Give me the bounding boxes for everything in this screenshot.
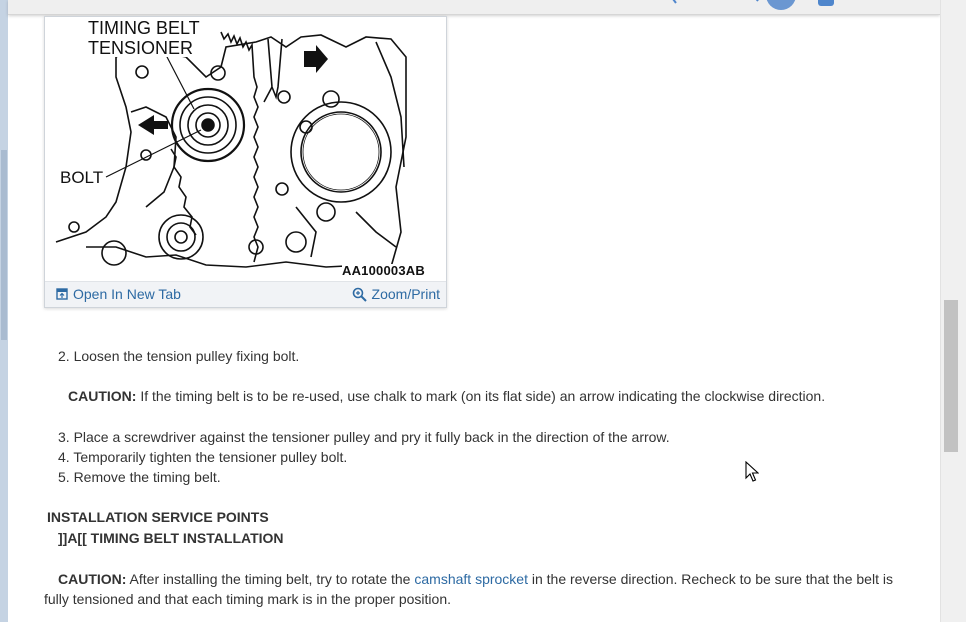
chevron-icon[interactable] bbox=[750, 0, 764, 7]
notification-icon[interactable] bbox=[818, 0, 834, 6]
installation-heading: INSTALLATION SERVICE POINTS bbox=[47, 509, 269, 525]
image-code: AA100003AB bbox=[342, 263, 425, 278]
page-scrollbar[interactable] bbox=[940, 0, 966, 622]
label-tensioner: TENSIONER bbox=[88, 38, 194, 58]
search-icon[interactable] bbox=[668, 0, 682, 7]
mouse-pointer-icon bbox=[745, 461, 759, 482]
step-2: 2. Loosen the tension pulley fixing bolt… bbox=[58, 348, 300, 364]
zoom-print-link[interactable]: Zoom/Print bbox=[352, 286, 440, 302]
label-bolt: BOLT bbox=[60, 168, 104, 187]
timing-belt-diagram[interactable]: TIMING BELT TENSIONER BOLT AA100003AB bbox=[46, 17, 446, 281]
step-5: 5. Remove the timing belt. bbox=[58, 469, 221, 485]
installation-subheading: ]]A[[ TIMING BELT INSTALLATION bbox=[58, 530, 284, 546]
page-scrollbar-thumb[interactable] bbox=[944, 300, 958, 452]
figure-card: TIMING BELT TENSIONER BOLT AA100003AB Op… bbox=[44, 16, 447, 308]
figure-footer: Open In New Tab Zoom/Print bbox=[45, 281, 446, 307]
open-in-new-tab-link[interactable]: Open In New Tab bbox=[56, 286, 181, 302]
left-pane-scroll-thumb[interactable] bbox=[1, 150, 7, 340]
caution-label-2: CAUTION: bbox=[58, 571, 127, 587]
caution-label: CAUTION: bbox=[68, 388, 137, 404]
user-avatar[interactable] bbox=[766, 0, 796, 10]
label-timing-belt: TIMING BELT bbox=[88, 18, 200, 38]
caution-text-before: After installing the timing belt, try to… bbox=[126, 571, 415, 587]
step-3: 3. Place a screwdriver against the tensi… bbox=[58, 429, 670, 445]
caution-reuse: CAUTION: If the timing belt is to be re-… bbox=[68, 386, 825, 406]
zoom-icon bbox=[352, 287, 367, 302]
top-toolbar bbox=[8, 0, 940, 15]
caution-installation: CAUTION: After installing the timing bel… bbox=[44, 569, 914, 609]
open-in-new-tab-label: Open In New Tab bbox=[73, 286, 181, 302]
new-tab-icon bbox=[56, 288, 68, 300]
caution-text: If the timing belt is to be re-used, use… bbox=[136, 388, 826, 404]
window-left-edge bbox=[0, 0, 8, 622]
zoom-print-label: Zoom/Print bbox=[371, 286, 440, 302]
step-4: 4. Temporarily tighten the tensioner pul… bbox=[58, 449, 348, 465]
camshaft-sprocket-link[interactable]: camshaft sprocket bbox=[414, 571, 528, 587]
